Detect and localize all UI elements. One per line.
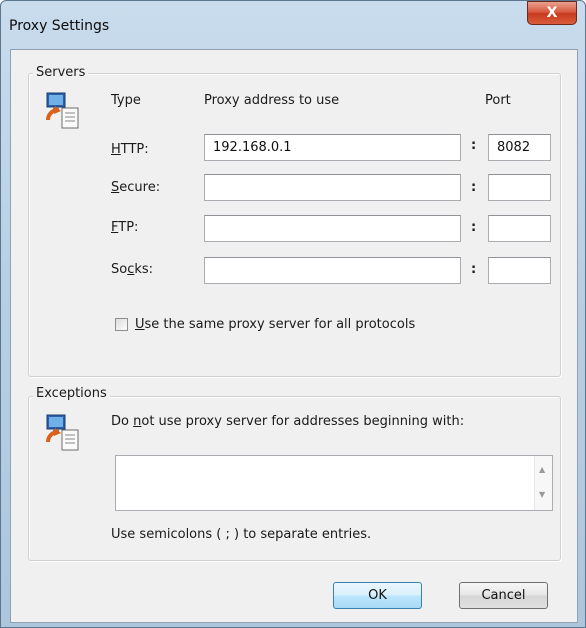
close-button[interactable]: X xyxy=(527,1,577,25)
exceptions-scrollbar[interactable]: ▲ ▼ xyxy=(534,456,552,510)
same-proxy-label[interactable]: Use the same proxy server for all protoc… xyxy=(135,317,415,332)
address-column-header: Proxy address to use xyxy=(204,93,340,108)
http-address-input[interactable] xyxy=(204,134,461,161)
ftp-port-input[interactable] xyxy=(488,215,551,242)
socks-address-input[interactable] xyxy=(204,257,461,284)
servers-group-label: Servers xyxy=(33,65,89,80)
cancel-button[interactable]: Cancel xyxy=(459,582,548,609)
exceptions-prompt: Do not use proxy server for addresses be… xyxy=(111,414,465,429)
window-title: Proxy Settings xyxy=(9,18,110,34)
scroll-up-icon[interactable]: ▲ xyxy=(539,465,545,474)
socks-port-input[interactable] xyxy=(488,257,551,284)
dialog-body: Servers Type Proxy address to use Port H… xyxy=(10,49,578,623)
proxy-settings-window: Proxy Settings X Servers Type Proxy addr… xyxy=(0,0,586,628)
exceptions-hint: Use semicolons ( ; ) to separate entries… xyxy=(111,527,372,542)
same-proxy-checkbox[interactable] xyxy=(115,318,128,331)
network-computer-icon xyxy=(45,414,79,451)
close-icon: X xyxy=(546,5,558,21)
secure-address-input[interactable] xyxy=(204,174,461,201)
title-bar[interactable]: Proxy Settings X xyxy=(1,1,585,51)
network-computer-icon xyxy=(45,92,79,129)
secure-colon: : xyxy=(471,180,477,195)
ftp-colon: : xyxy=(471,220,477,235)
ftp-address-input[interactable] xyxy=(204,215,461,242)
ok-button[interactable]: OK xyxy=(333,582,422,609)
socks-label: Socks: xyxy=(111,262,154,277)
scroll-down-icon[interactable]: ▼ xyxy=(539,490,545,499)
http-colon: : xyxy=(471,138,477,153)
exceptions-textarea[interactable]: ▲ ▼ xyxy=(115,455,553,511)
socks-colon: : xyxy=(471,262,477,277)
http-label: HTTP: xyxy=(111,142,149,157)
port-column-header: Port xyxy=(485,93,511,108)
http-port-input[interactable] xyxy=(488,134,551,161)
secure-label: Secure: xyxy=(111,180,161,195)
ftp-label: FTP: xyxy=(111,220,139,235)
secure-port-input[interactable] xyxy=(488,174,551,201)
type-column-header: Type xyxy=(111,93,141,108)
exceptions-group-label: Exceptions xyxy=(33,386,110,401)
